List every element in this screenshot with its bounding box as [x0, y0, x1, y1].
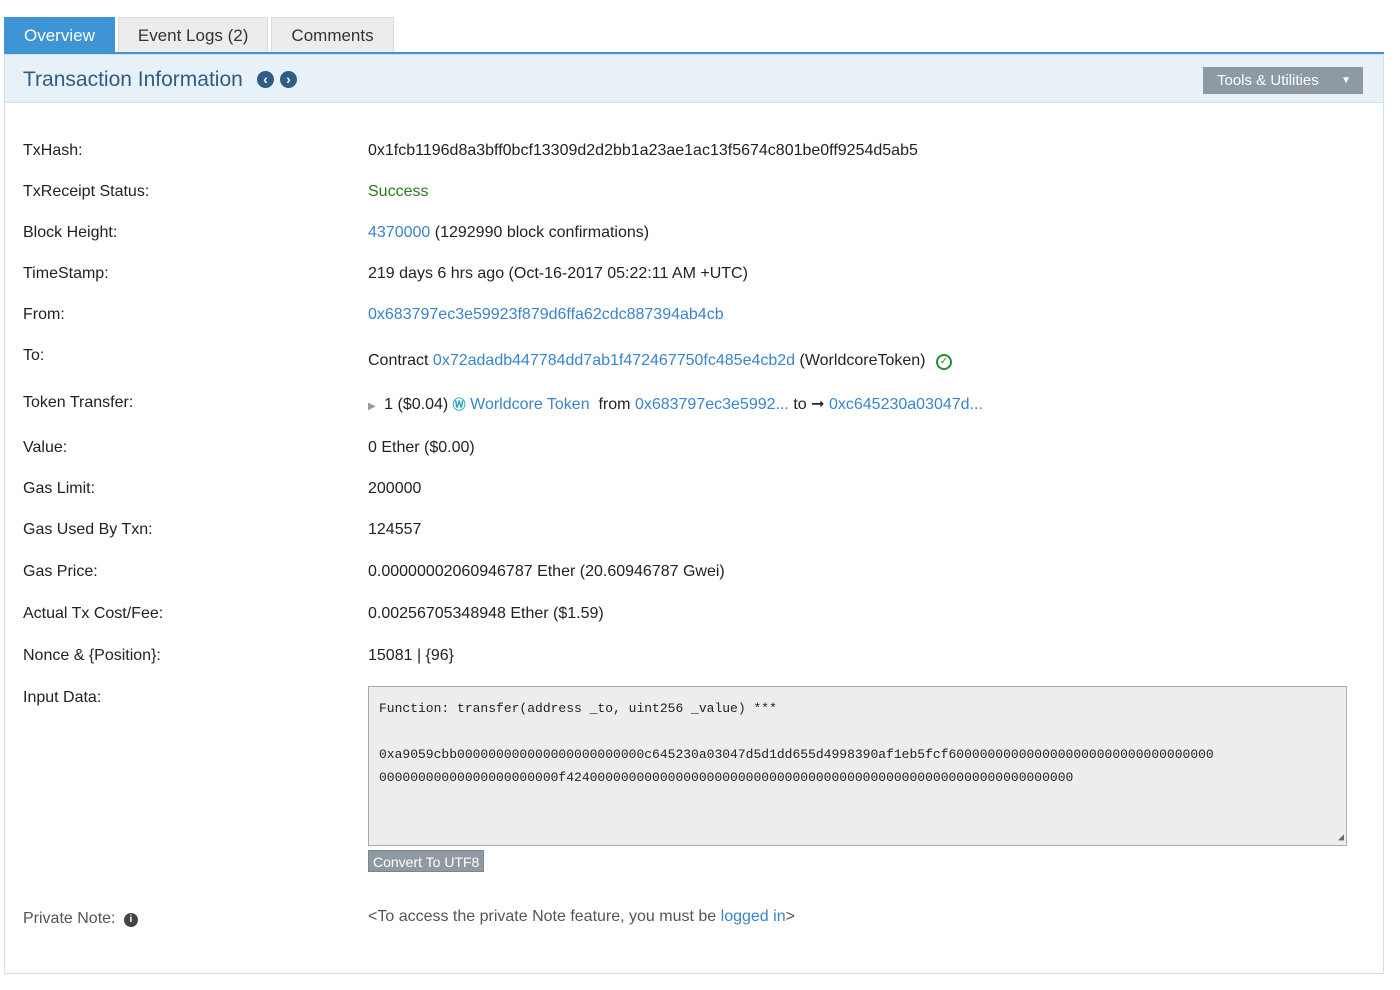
tab-bar: Overview Event Logs (2) Comments [4, 17, 397, 53]
logged-in-link[interactable]: logged in [721, 908, 786, 925]
block-height-value: 4370000 (1292990 block confirmations) [368, 224, 649, 242]
token-from-link[interactable]: 0x683797ec3e5992... [635, 396, 789, 413]
input-function-line: Function: transfer(address _to, uint256 … [379, 701, 777, 716]
nonce-label: Nonce & {Position}: [23, 647, 161, 664]
private-note-label: Private Note: [23, 910, 116, 927]
token-to-label: to [793, 396, 807, 413]
token-from-label: from [598, 396, 631, 413]
input-data-label: Input Data: [23, 689, 102, 706]
gas-limit-value: 200000 [368, 480, 422, 497]
input-hex-line-2: 00000000000000000000000f4240000000000000… [379, 770, 1074, 785]
from-address-link[interactable]: 0x683797ec3e59923f879d6ffa62cdc887394ab4… [368, 306, 724, 324]
block-height-label: Block Height: [23, 224, 118, 241]
nonce-value: 15081 | {96} [368, 647, 455, 664]
transaction-panel: Transaction Information ‹ › Tools & Util… [4, 54, 1384, 974]
gas-used-value: 124557 [368, 521, 422, 538]
to-value: Contract 0x72adadb447784dd7ab1f472467750… [368, 352, 952, 370]
to-label: To: [23, 347, 45, 364]
to-prefix: Contract [368, 352, 429, 369]
gas-used-label: Gas Used By Txn: [23, 521, 153, 538]
convert-utf8-button[interactable]: Convert To UTF8 [368, 850, 485, 872]
to-contract-name: (WorldcoreToken) [799, 352, 926, 369]
tab-overview[interactable]: Overview [4, 17, 115, 53]
tools-utilities-button[interactable]: Tools & Utilities ▼ [1203, 67, 1363, 94]
status-value: Success [368, 183, 429, 200]
arrow-right-icon: ➞ [811, 396, 825, 413]
private-note-text-after: > [785, 908, 795, 925]
expand-triangle-icon[interactable]: ▶ [368, 401, 376, 412]
txhash-value: 0x1fcb1196d8a3bff0bcf13309d2d2bb1a23ae1a… [368, 142, 918, 159]
fee-value: 0.00256705348948 Ether ($1.59) [368, 605, 604, 622]
value-label: Value: [23, 439, 68, 456]
value-amount: 0 Ether ($0.00) [368, 439, 475, 456]
tab-event-logs[interactable]: Event Logs (2) [117, 17, 269, 53]
input-data-textarea[interactable]: Function: transfer(address _to, uint256 … [368, 686, 1347, 846]
tools-utilities-label: Tools & Utilities [1217, 72, 1319, 89]
gas-price-value: 0.00000002060946787 Ether (20.60946787 G… [368, 563, 725, 580]
token-amount: 1 ($0.04) [384, 396, 449, 413]
status-label: TxReceipt Status: [23, 183, 150, 200]
token-name-link[interactable]: Worldcore Token [470, 396, 589, 413]
chevron-left-icon[interactable]: ‹ [257, 71, 274, 88]
private-note-label-wrap: Private Note: i [23, 910, 138, 928]
token-transfer-value: ▶ 1 ($0.04) Ⓦ Worldcore Token from 0x683… [368, 394, 983, 414]
from-label: From: [23, 306, 65, 323]
page-title: Transaction Information [23, 68, 243, 91]
input-blank-line [379, 720, 1336, 743]
block-confirmations: (1292990 block confirmations) [434, 224, 650, 241]
worldcore-token-icon: Ⓦ [452, 397, 466, 412]
fee-label: Actual Tx Cost/Fee: [23, 605, 164, 622]
token-to-link[interactable]: 0xc645230a03047d... [829, 396, 983, 413]
token-transfer-label: Token Transfer: [23, 394, 134, 411]
timestamp-value: 219 days 6 hrs ago (Oct-16-2017 05:22:11… [368, 265, 748, 282]
gas-price-label: Gas Price: [23, 563, 98, 580]
gas-limit-label: Gas Limit: [23, 480, 96, 497]
timestamp-label: TimeStamp: [23, 265, 109, 282]
resize-handle-icon[interactable]: ◢ [1338, 832, 1344, 844]
caret-down-icon: ▼ [1341, 75, 1351, 86]
info-icon[interactable]: i [123, 913, 138, 927]
tx-navigation: ‹ › [257, 71, 297, 88]
chevron-right-icon[interactable]: › [280, 71, 297, 88]
input-hex-line-1: 0xa9059cbb000000000000000000000000c64523… [379, 747, 1214, 762]
tab-comments[interactable]: Comments [271, 17, 394, 53]
private-note-text-before: <To access the private Note feature, you… [368, 908, 721, 925]
to-contract-link[interactable]: 0x72adadb447784dd7ab1f472467750fc485e4cb… [433, 352, 795, 369]
panel-header: Transaction Information ‹ › Tools & Util… [5, 55, 1383, 103]
private-note-value: <To access the private Note feature, you… [368, 908, 795, 926]
block-height-link[interactable]: 4370000 [368, 224, 430, 241]
verified-check-icon: ✓ [935, 354, 952, 370]
txhash-label: TxHash: [23, 142, 83, 159]
